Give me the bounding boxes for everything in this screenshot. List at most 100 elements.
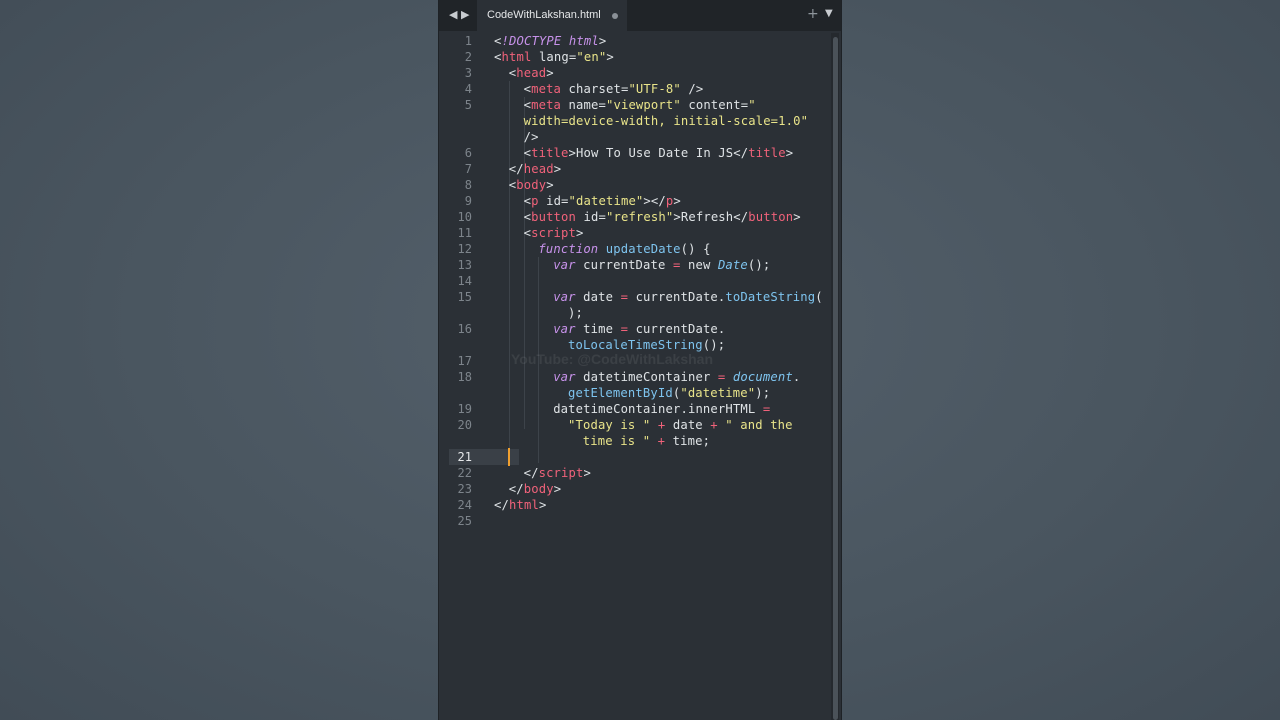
- code-line: 7 </head>: [439, 161, 829, 177]
- code-token: document: [732, 370, 793, 384]
- code-token: title: [531, 146, 569, 160]
- code-token: date: [583, 290, 621, 304]
- code-line: 25: [439, 513, 829, 529]
- code-token: var: [553, 290, 584, 304]
- code-token: width=device-width, initial-scale=1.0": [523, 114, 809, 128]
- code-text: datetimeContainer.innerHTML =: [553, 401, 770, 417]
- code-token: currentDate.: [635, 322, 726, 336]
- code-line: 14: [439, 273, 829, 289]
- code-line: 13 var currentDate = new Date();: [439, 257, 829, 273]
- line-number: 11: [457, 226, 472, 240]
- code-line: 24 </html>: [439, 497, 829, 513]
- line-number: 19: [457, 402, 472, 416]
- code-token: >: [673, 194, 681, 208]
- code-token: title: [748, 146, 786, 160]
- code-token: </: [494, 498, 509, 512]
- code-token: meta: [531, 98, 562, 112]
- code-token: =: [717, 370, 733, 384]
- code-token: "Today is ": [568, 418, 651, 432]
- code-token: />: [523, 130, 539, 144]
- code-token: " and the: [725, 418, 793, 432]
- code-token: <: [523, 146, 532, 160]
- code-line: 21: [439, 449, 829, 465]
- code-token: );: [755, 386, 771, 400]
- code-token: </: [523, 466, 539, 480]
- code-token: Date: [717, 258, 748, 272]
- code-line: 2 <html lang="en">: [439, 49, 829, 65]
- code-token: head: [523, 162, 554, 176]
- code-line: 6 <title>How To Use Date In JS</title>: [439, 145, 829, 161]
- code-token: =: [762, 402, 771, 416]
- code-token: >: [606, 50, 614, 64]
- nav-back-icon[interactable]: ◀: [449, 8, 457, 21]
- unsaved-dot-icon[interactable]: [612, 13, 618, 19]
- tab-bar: ◀ ▶ CodeWithLakshan.html + ▼: [439, 0, 841, 31]
- line-number: 18: [457, 370, 472, 384]
- code-token: var: [553, 258, 584, 272]
- code-token: <: [494, 50, 502, 64]
- code-token: datetimeContainer: [583, 370, 718, 384]
- code-token: <: [494, 34, 502, 48]
- code-token: ();: [747, 258, 771, 272]
- code-token: >: [568, 146, 577, 160]
- line-number: 3: [464, 66, 472, 80]
- chevron-down-icon[interactable]: ▼: [825, 8, 833, 19]
- code-token: "datetime": [568, 194, 644, 208]
- code-token: button: [531, 210, 577, 224]
- nav-forward-icon[interactable]: ▶: [461, 8, 469, 21]
- tab-file[interactable]: CodeWithLakshan.html: [477, 0, 627, 31]
- code-text: time is " + time;: [583, 433, 710, 449]
- line-number: 21: [457, 450, 472, 464]
- code-token: "viewport": [605, 98, 681, 112]
- code-token: updateDate: [605, 242, 681, 256]
- code-line: 4 <meta charset="UTF-8" />: [439, 81, 829, 97]
- line-number: 14: [457, 274, 472, 288]
- code-text: var time = currentDate.: [553, 321, 725, 337]
- line-number: 9: [464, 194, 472, 208]
- code-text: </body>: [509, 481, 561, 497]
- text-cursor: [508, 448, 510, 466]
- code-token: >: [546, 178, 554, 192]
- code-token: </: [508, 482, 524, 496]
- line-number: 12: [457, 242, 472, 256]
- code-token: >: [793, 210, 801, 224]
- code-token: toDateString: [725, 290, 816, 304]
- line-number: 20: [457, 418, 472, 432]
- code-token: head: [516, 66, 547, 80]
- code-token: datetimeContainer.innerHTML: [553, 402, 763, 416]
- code-text: />: [524, 129, 539, 145]
- code-line: 9 <p id="datetime"></p>: [439, 193, 829, 209]
- code-text: </script>: [524, 465, 591, 481]
- code-line: 22 </script>: [439, 465, 829, 481]
- scrollbar-thumb[interactable]: [833, 37, 838, 720]
- code-token: () {: [680, 242, 711, 256]
- code-line: 1 <!DOCTYPE html>: [439, 33, 829, 49]
- code-line: 10 <button id="refresh">Refresh</button>: [439, 209, 829, 225]
- line-number: 8: [464, 178, 472, 192]
- code-token: var: [553, 322, 584, 336]
- code-text: function updateDate() {: [538, 241, 710, 257]
- code-text: getElementById("datetime");: [568, 385, 770, 401]
- add-tab-icon[interactable]: +: [807, 6, 819, 22]
- code-text: <head>: [509, 65, 554, 81]
- code-line: 5 <meta name="viewport" content=": [439, 97, 829, 113]
- code-token: <: [523, 194, 532, 208]
- code-token: date: [672, 418, 711, 432]
- code-token: >: [785, 146, 794, 160]
- code-text: <script>: [524, 225, 584, 241]
- code-line: 3 <head>: [439, 65, 829, 81]
- code-text: <meta charset="UTF-8" />: [524, 81, 704, 97]
- code-text: var currentDate = new Date();: [553, 257, 770, 273]
- line-number: 15: [457, 290, 472, 304]
- line-number: 1: [464, 34, 472, 48]
- code-token: "en": [576, 50, 607, 64]
- code-token: ": [748, 98, 756, 112]
- code-line: 20 "Today is " + date + " and the: [439, 417, 829, 433]
- code-line: 11 <script>: [439, 225, 829, 241]
- code-area[interactable]: 1 <!DOCTYPE html> 2 <html lang="en"> 3 <head>…: [439, 31, 833, 720]
- code-line: 8 <body>: [439, 177, 829, 193]
- code-token: getElementById: [568, 386, 673, 400]
- line-number: 6: [464, 146, 472, 160]
- code-text: <body>: [509, 177, 554, 193]
- code-token: >: [583, 466, 592, 480]
